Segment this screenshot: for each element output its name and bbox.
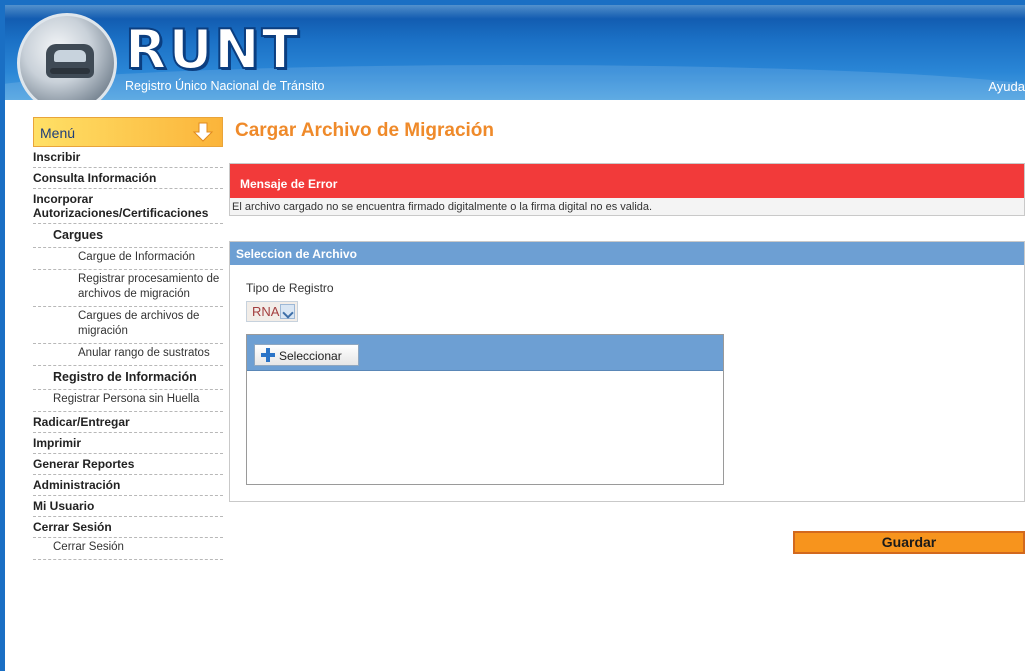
sidebar-menu: Menú Inscribir Consulta Información Inco…	[33, 117, 223, 560]
sidebar-item-cargues-archivos[interactable]: Cargues de archivos de migración	[33, 307, 223, 344]
arrow-down-icon	[192, 122, 214, 142]
sidebar-item-registrar-procesamiento[interactable]: Registrar procesamiento de archivos de m…	[33, 270, 223, 307]
error-message-box: Mensaje de Error El archivo cargado no s…	[229, 163, 1025, 216]
sidebar-item-anular-rango[interactable]: Anular rango de sustratos	[33, 344, 223, 366]
file-uploader[interactable]: Seleccionar	[246, 334, 724, 485]
header-banner: RUNT Registro Único Nacional de Tránsito…	[5, 5, 1025, 100]
sidebar-item-inscribir[interactable]: Inscribir	[33, 147, 223, 168]
save-button[interactable]: Guardar	[793, 531, 1025, 554]
sidebar-item-incorporar[interactable]: Incorporar Autorizaciones/Certificacione…	[33, 189, 223, 224]
sidebar-item-cerrar-sesion[interactable]: Cerrar Sesión	[33, 517, 223, 538]
menu-header[interactable]: Menú	[33, 117, 223, 147]
brand-logo-text: RUNT	[124, 18, 301, 81]
car-logo-icon	[17, 13, 117, 100]
sidebar-item-registro-informacion[interactable]: Registro de Información	[33, 366, 223, 390]
sidebar-item-radicar[interactable]: Radicar/Entregar	[33, 412, 223, 433]
sidebar-item-imprimir[interactable]: Imprimir	[33, 433, 223, 454]
record-type-select[interactable]: RNA	[246, 301, 298, 322]
car-shape	[46, 44, 94, 78]
plus-icon	[261, 348, 275, 362]
select-file-label: Seleccionar	[279, 349, 342, 363]
sidebar-item-consulta[interactable]: Consulta Información	[33, 168, 223, 189]
uploader-toolbar: Seleccionar	[247, 335, 723, 371]
error-heading: Mensaje de Error	[230, 164, 1024, 198]
record-type-value: RNA	[252, 304, 280, 319]
record-type-label: Tipo de Registro	[246, 281, 334, 295]
sidebar-item-registrar-persona[interactable]: Registrar Persona sin Huella	[33, 390, 223, 412]
app-frame: RUNT Registro Único Nacional de Tránsito…	[5, 5, 1025, 671]
file-selection-panel: Seleccion de Archivo Tipo de Registro RN…	[229, 241, 1025, 502]
help-link[interactable]: Ayuda	[988, 79, 1025, 94]
sidebar-item-administracion[interactable]: Administración	[33, 475, 223, 496]
select-file-button[interactable]: Seleccionar	[254, 344, 359, 366]
sidebar-item-cargue-informacion[interactable]: Cargue de Información	[33, 248, 223, 270]
sidebar-item-cerrar-sesion-sub[interactable]: Cerrar Sesión	[33, 538, 223, 560]
file-selection-heading: Seleccion de Archivo	[230, 242, 1024, 265]
error-text: El archivo cargado no se encuentra firma…	[232, 201, 653, 213]
page-title: Cargar Archivo de Migración	[235, 120, 495, 141]
chevron-down-icon[interactable]	[280, 304, 295, 319]
sidebar-item-cargues[interactable]: Cargues	[33, 224, 223, 248]
menu-title: Menú	[40, 125, 76, 141]
sidebar-item-reportes[interactable]: Generar Reportes	[33, 454, 223, 475]
sidebar-item-mi-usuario[interactable]: Mi Usuario	[33, 496, 223, 517]
brand-tagline: Registro Único Nacional de Tránsito	[125, 79, 325, 93]
header-shine	[5, 5, 1025, 19]
